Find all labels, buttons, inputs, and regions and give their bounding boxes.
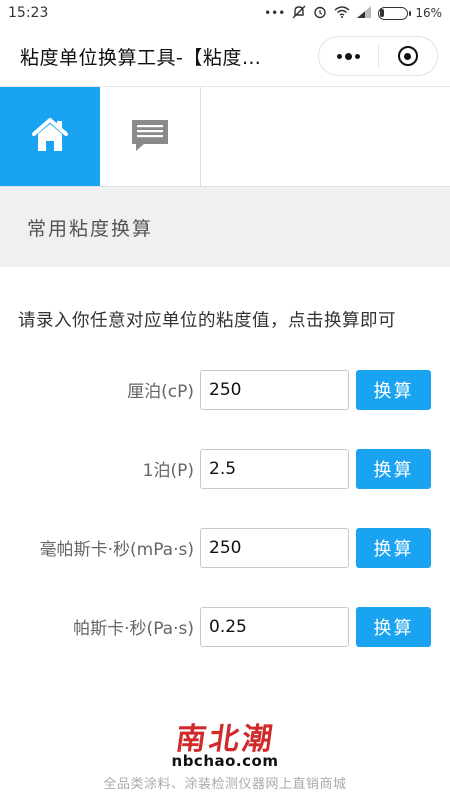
unit-label-p: 1泊(P) — [142, 461, 194, 481]
convert-button-cp[interactable]: 换算 — [356, 369, 431, 410]
convert-button-pas[interactable]: 换算 — [356, 606, 431, 647]
alarm-off-icon — [292, 5, 306, 22]
status-icons: ••• 16% — [264, 5, 442, 22]
more-dots-icon — [336, 52, 360, 60]
alarm-clock-icon — [313, 5, 327, 22]
title-bar: 粘度单位换算工具-【粘度… — [0, 26, 450, 86]
chat-icon — [130, 117, 170, 157]
more-menu-button[interactable] — [319, 37, 378, 75]
more-dots-icon: ••• — [264, 6, 286, 20]
converter-row-cp: 厘泊(cP) 换算 — [0, 350, 450, 429]
unit-label-cp: 厘泊(cP) — [127, 382, 194, 402]
unit-label-mpas: 毫帕斯卡·秒(mPa·s) — [39, 540, 194, 560]
value-input-pas[interactable] — [200, 606, 349, 647]
unit-label-pas: 帕斯卡·秒(Pa·s) — [73, 619, 194, 639]
convert-button-mpas[interactable]: 换算 — [356, 527, 431, 568]
battery-percent: 16% — [415, 6, 442, 20]
close-miniprogram-button[interactable] — [379, 37, 438, 75]
footer-slogan: 全品类涂料、涂装检测仪器网上直销商城 — [103, 777, 347, 792]
value-input-cp[interactable] — [200, 369, 349, 410]
brand-logo-cn: 南北潮 — [173, 722, 278, 757]
tab-messages[interactable] — [100, 87, 201, 186]
section-header: 常用粘度换算 — [0, 187, 450, 267]
page-title: 粘度单位换算工具-【粘度… — [20, 46, 262, 69]
value-input-mpas[interactable] — [200, 527, 349, 568]
status-time: 15:23 — [8, 5, 49, 21]
converter-list: 厘泊(cP) 换算 1泊(P) 换算 毫帕斯卡·秒(mPa·s) 换算 帕斯卡·… — [0, 350, 450, 666]
signal-icon — [357, 5, 372, 21]
convert-button-p[interactable]: 换算 — [356, 448, 431, 489]
home-icon — [31, 117, 69, 157]
brand-logo[interactable]: 南北潮 nbchao.com — [0, 722, 450, 769]
converter-row-mpas: 毫帕斯卡·秒(mPa·s) 换算 — [0, 508, 450, 587]
battery-icon — [378, 6, 412, 20]
converter-row-pas: 帕斯卡·秒(Pa·s) 换算 — [0, 587, 450, 666]
intro-text: 请录入你任意对应单位的粘度值，点击换算即可 — [18, 311, 396, 331]
tab-home[interactable] — [0, 87, 100, 186]
status-bar: 15:23 ••• 16% — [0, 0, 450, 26]
target-icon — [397, 46, 418, 66]
converter-row-p: 1泊(P) 换算 — [0, 429, 450, 508]
menu-capsule — [318, 36, 438, 76]
wifi-icon — [334, 5, 350, 21]
nav-bar — [0, 86, 450, 187]
footer: 南北潮 nbchao.com 全品类涂料、涂装检测仪器网上直销商城 — [0, 722, 450, 792]
value-input-p[interactable] — [200, 448, 349, 489]
